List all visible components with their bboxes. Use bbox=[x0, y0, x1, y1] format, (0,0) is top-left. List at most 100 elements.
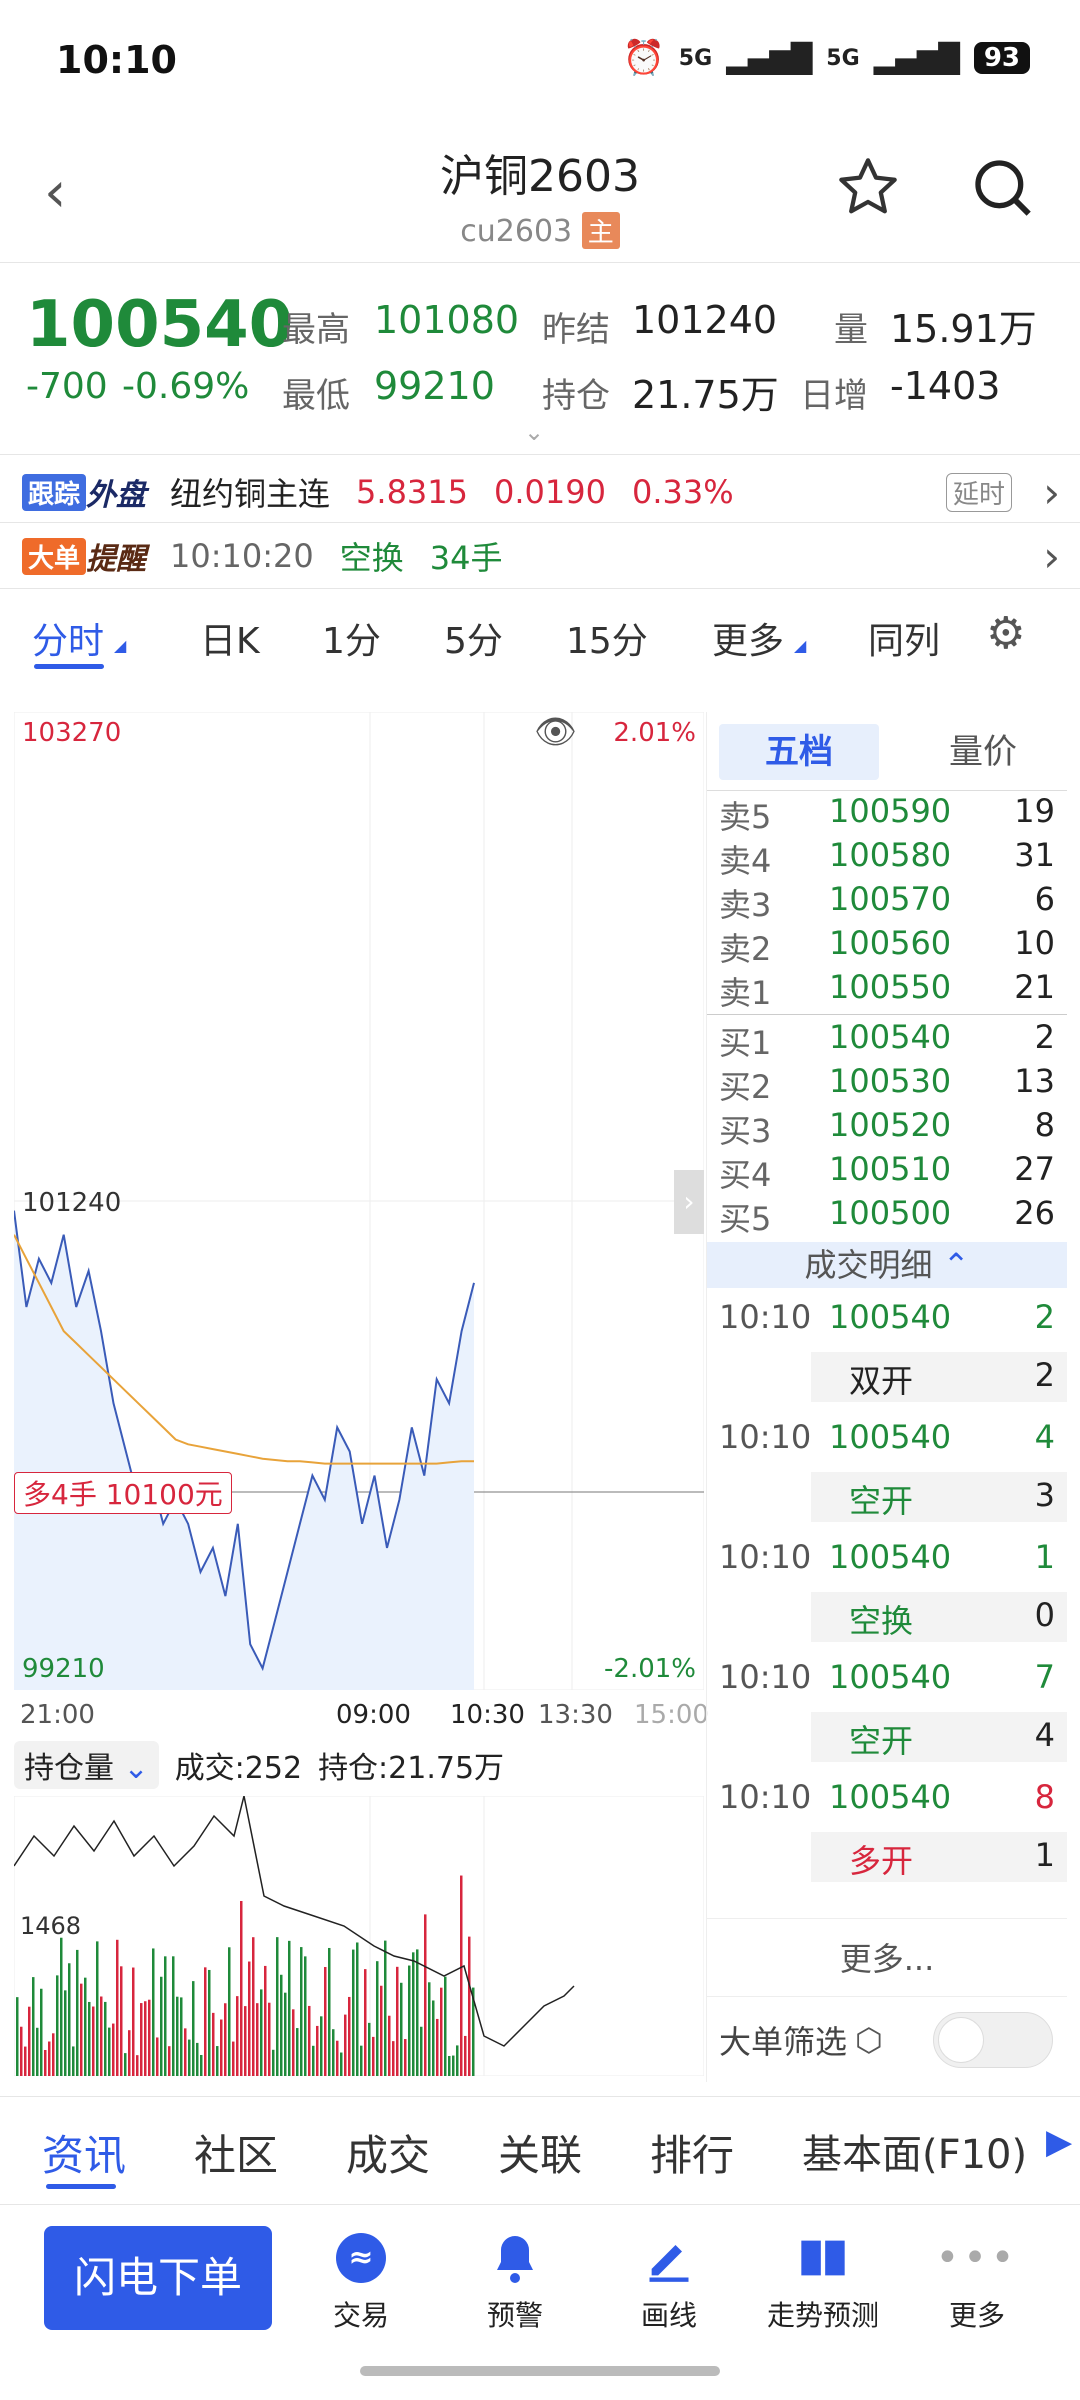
dock-forecast[interactable]: 走势预测 bbox=[758, 2230, 888, 2334]
filter-settings-icon[interactable]: ⬡ bbox=[855, 2021, 883, 2059]
delay-badge: 延时 bbox=[945, 472, 1012, 512]
volume-bar bbox=[264, 1965, 267, 2076]
volume-bar bbox=[28, 2006, 31, 2076]
daily-increase-label: 日增 bbox=[800, 376, 868, 416]
chart-mid-price: 101240 bbox=[22, 1188, 122, 1218]
tab-volume-price[interactable]: 量价 bbox=[903, 724, 1063, 780]
volume-bar bbox=[284, 1992, 287, 2076]
volume-bar bbox=[76, 1949, 79, 2076]
chart-top-price: 103270 bbox=[22, 718, 122, 748]
tab-news[interactable]: 资讯 bbox=[42, 2122, 126, 2183]
deal-type: 多开 bbox=[849, 1842, 914, 1880]
more-dots-icon: ••• bbox=[935, 2235, 1019, 2281]
tab-daily-k[interactable]: 日K bbox=[200, 612, 260, 664]
volume-bar bbox=[464, 2035, 467, 2076]
big-order-filter: 大单筛选 ⬡ bbox=[719, 2012, 1059, 2068]
foreign-market-tracker[interactable]: 跟踪 外盘 纽约铜主连 5.8315 0.0190 0.33% 延时 › bbox=[22, 466, 1062, 518]
chart-bottom-pct: -2.01% bbox=[604, 1654, 696, 1684]
intraday-chart[interactable]: 103270 2.01% 👁 101240 99210 -2.01% 多4手 1… bbox=[14, 712, 704, 1690]
volume-bar bbox=[60, 1937, 63, 2076]
tab-15min[interactable]: 15分 bbox=[566, 612, 648, 664]
more-deals-link[interactable]: 更多... bbox=[707, 1934, 1067, 1980]
order-book-row[interactable]: 买3 100520 8 bbox=[707, 1106, 1067, 1150]
filter-toggle[interactable] bbox=[933, 2012, 1053, 2068]
level-price: 100540 bbox=[829, 1018, 952, 1056]
filter-label: 大单筛选 bbox=[719, 2023, 848, 2061]
volume-bar bbox=[212, 2012, 215, 2076]
volume-bar bbox=[348, 1996, 351, 2076]
deal-time: 10:10 bbox=[719, 1658, 812, 1696]
tab-5min[interactable]: 5分 bbox=[444, 612, 503, 664]
volume-bar bbox=[388, 2015, 391, 2076]
volume-bar bbox=[424, 1914, 427, 2076]
level-label: 买5 bbox=[719, 1200, 772, 1238]
order-book-row[interactable]: 卖5 100590 19 bbox=[707, 792, 1067, 836]
tab-more[interactable]: 更多 bbox=[712, 612, 784, 664]
trade-detail-header[interactable]: 成交明细 ⌃ bbox=[707, 1242, 1067, 1288]
order-book-row[interactable]: 卖4 100580 31 bbox=[707, 836, 1067, 880]
flash-order-button[interactable]: 闪电下单 bbox=[44, 2226, 272, 2330]
position-marker[interactable]: 多4手 10100元 bbox=[14, 1472, 232, 1514]
order-book-row[interactable]: 买4 100510 27 bbox=[707, 1150, 1067, 1194]
order-book-row[interactable]: 买5 100500 26 bbox=[707, 1194, 1067, 1238]
level-price: 100520 bbox=[829, 1106, 952, 1144]
big-order-alert[interactable]: 大单 提醒 10:10:20 空换 34手 › bbox=[22, 530, 1062, 582]
tab-five-levels[interactable]: 五档 bbox=[719, 724, 879, 780]
tab-same-list[interactable]: 同列 bbox=[868, 612, 940, 664]
panel-collapse-icon[interactable]: › bbox=[674, 1170, 704, 1234]
dock-more[interactable]: ••• 更多 bbox=[912, 2230, 1042, 2334]
level-price: 100580 bbox=[829, 836, 952, 874]
order-book-row[interactable]: 卖1 100550 21 bbox=[707, 968, 1067, 1012]
tab-ranking[interactable]: 排行 bbox=[650, 2122, 734, 2183]
level-qty: 10 bbox=[1014, 924, 1055, 962]
tracker-tag-2: 外盘 bbox=[86, 478, 147, 513]
level-label: 卖2 bbox=[719, 930, 772, 968]
volume-bar bbox=[260, 1989, 263, 2076]
order-book-row[interactable]: 卖2 100560 10 bbox=[707, 924, 1067, 968]
search-icon[interactable] bbox=[970, 155, 1034, 223]
favorite-star-icon[interactable] bbox=[836, 155, 900, 223]
volume-bar bbox=[40, 1988, 43, 2076]
volume-bar bbox=[460, 1875, 463, 2076]
dock-trade[interactable]: ≈ 交易 bbox=[296, 2230, 426, 2334]
order-book-panel: 五档 量价 卖5 100590 19 卖4 100580 31 卖3 100570 6 卖2 100… bbox=[706, 712, 1067, 2082]
volume-bar bbox=[232, 2041, 235, 2076]
volume-bar bbox=[320, 2016, 323, 2076]
tab-fundamentals[interactable]: 基本面(F10) bbox=[802, 2122, 1027, 2180]
dropdown-triangle-icon: ◢ bbox=[114, 636, 127, 655]
volume-bar bbox=[168, 2046, 171, 2076]
price-change-pct: -0.69% bbox=[122, 366, 250, 407]
level-qty: 26 bbox=[1014, 1194, 1055, 1232]
volume-bar bbox=[96, 1941, 99, 2076]
volume-bar bbox=[72, 2046, 75, 2076]
volume-bar bbox=[384, 1940, 387, 2076]
tab-1min[interactable]: 1分 bbox=[322, 612, 381, 664]
eye-icon[interactable]: 👁 bbox=[534, 712, 577, 752]
chevron-up-icon: ⌃ bbox=[932, 1246, 970, 1284]
tab-intraday[interactable]: 分时 bbox=[32, 612, 104, 664]
order-book-row[interactable]: 买2 100530 13 bbox=[707, 1062, 1067, 1106]
order-book-row[interactable]: 买1 100540 2 bbox=[707, 1018, 1067, 1062]
level-qty: 2 bbox=[1034, 1018, 1055, 1056]
deal-qty: 1 bbox=[1034, 1538, 1055, 1576]
deal-price: 100540 bbox=[829, 1298, 952, 1336]
volume-oi-chart[interactable]: 1468 bbox=[14, 1796, 704, 2076]
expand-chevron-icon[interactable]: ⌄ bbox=[524, 418, 544, 446]
tracker-price: 5.8315 bbox=[356, 473, 468, 511]
scroll-right-triangle-icon[interactable]: ▶ bbox=[1046, 2122, 1072, 2162]
volume-bar bbox=[300, 1947, 303, 2076]
volume-bar bbox=[376, 1961, 379, 2076]
sub-indicator-select[interactable]: 持仓量 ⌄ bbox=[14, 1741, 159, 1789]
tab-related[interactable]: 关联 bbox=[498, 2122, 582, 2183]
dock-alert[interactable]: 预警 bbox=[450, 2230, 580, 2334]
dock-draw[interactable]: 画线 bbox=[604, 2230, 734, 2334]
volume-bar bbox=[84, 1977, 87, 2076]
settings-gear-icon[interactable]: ⚙ bbox=[986, 608, 1025, 659]
tab-community[interactable]: 社区 bbox=[194, 2122, 278, 2183]
tab-trades[interactable]: 成交 bbox=[346, 2122, 430, 2183]
volume-bar bbox=[416, 1949, 419, 2076]
chevron-down-icon: ⌄ bbox=[114, 1751, 149, 1786]
volume-bar bbox=[132, 1967, 135, 2076]
order-book-row[interactable]: 卖3 100570 6 bbox=[707, 880, 1067, 924]
volume-bar bbox=[144, 2001, 147, 2076]
